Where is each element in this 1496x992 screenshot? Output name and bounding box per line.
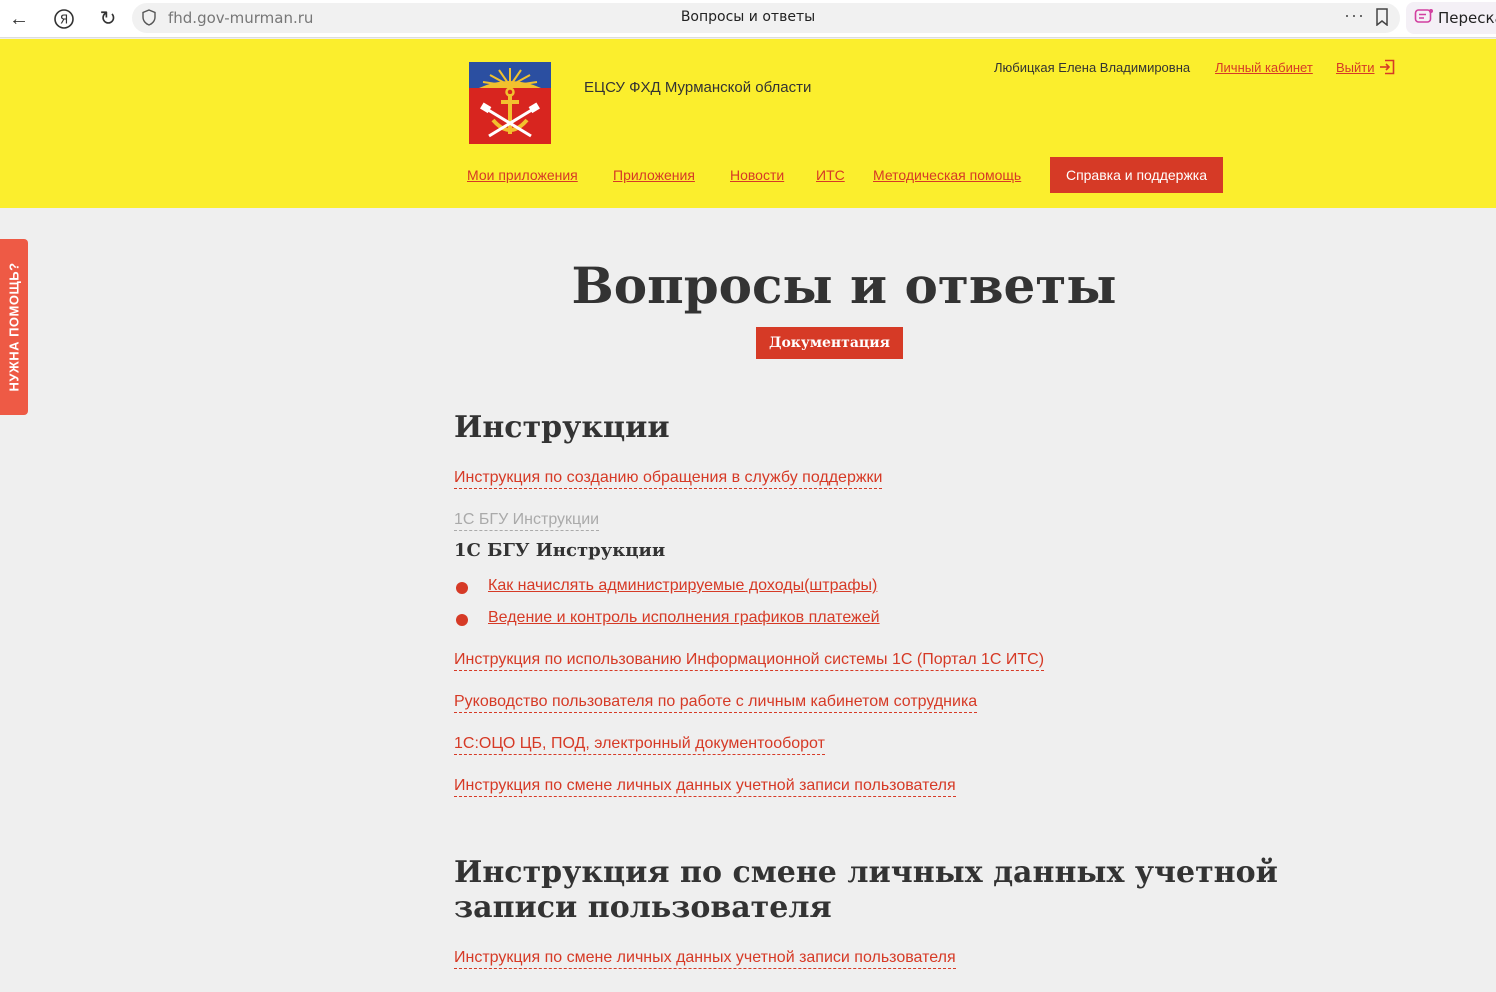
oco-edo-link[interactable]: 1С:ОЦО ЦБ, ПОД, электронный документообо… [454,734,825,755]
support-request-instruction-link[interactable]: Инструкция по созданию обращения в служб… [454,468,883,489]
site-header: ЕЦСУ ФХД Мурманской области Любицкая Еле… [0,39,1496,208]
nav-apps[interactable]: Приложения [613,167,695,183]
logout-icon[interactable] [1379,59,1395,75]
logout-link[interactable]: Выйти [1336,60,1375,75]
section-change-data-heading-line2: записи пользователя [454,890,832,925]
list-bullet [456,614,468,626]
nav-methodical-help[interactable]: Методическая помощь [873,167,1021,183]
employee-cabinet-guide-link[interactable]: Руководство пользователя по работе с лич… [454,692,978,713]
nav-help-support[interactable]: Справка и поддержка [1050,157,1223,193]
retell-icon [1414,9,1433,23]
personal-cabinet-link[interactable]: Личный кабинет [1215,60,1313,75]
browser-toolbar: ← Я ↻ fhd.gov-murman.ru Вопросы и ответы… [0,0,1496,38]
address-bar[interactable] [132,3,1400,33]
nav-news[interactable]: Новости [730,167,784,183]
section-instructions-heading: Инструкции [454,410,670,445]
nav-my-apps[interactable]: Мои приложения [467,167,578,183]
bullet-link-payment-schedules[interactable]: Ведение и контроль исполнения графиков п… [488,609,880,627]
change-personal-data-link[interactable]: Инструкция по смене личных данных учетно… [454,776,956,797]
its-portal-instruction-link[interactable]: Инструкция по использованию Информационн… [454,650,1045,671]
retell-button[interactable]: Перескажи [1406,2,1496,34]
change-personal-data-link-2[interactable]: Инструкция по смене личных данных учетно… [454,948,956,969]
bgu-instructions-subheading: 1С БГУ Инструкции [454,540,666,561]
user-name: Любицкая Елена Владимировна [994,60,1191,75]
bgu-instructions-link[interactable]: 1С БГУ Инструкции [454,510,600,531]
url-text[interactable]: fhd.gov-murman.ru [168,9,313,27]
back-icon[interactable]: ← [6,6,32,32]
bookmark-icon[interactable] [1374,8,1390,26]
yandex-icon[interactable]: Я [51,6,77,32]
site-name: ЕЦСУ ФХД Мурманской области [584,79,812,96]
svg-text:Я: Я [60,13,68,27]
list-bullet [456,582,468,594]
bullet-link-fines[interactable]: Как начислять администрируемые доходы(шт… [488,577,877,595]
shield-icon[interactable] [142,9,156,26]
nav-its[interactable]: ИТС [816,167,845,183]
retell-label: Перескажи [1438,9,1496,27]
more-icon[interactable]: ··· [1344,5,1365,26]
reload-icon[interactable]: ↻ [95,6,121,32]
section-change-data-heading-line1: Инструкция по смене личных данных учетно… [454,855,1278,890]
documentation-button[interactable]: Документация [756,327,903,359]
murmansk-coat-of-arms-logo[interactable] [469,62,551,144]
page-title: Вопросы и ответы [571,256,1117,315]
